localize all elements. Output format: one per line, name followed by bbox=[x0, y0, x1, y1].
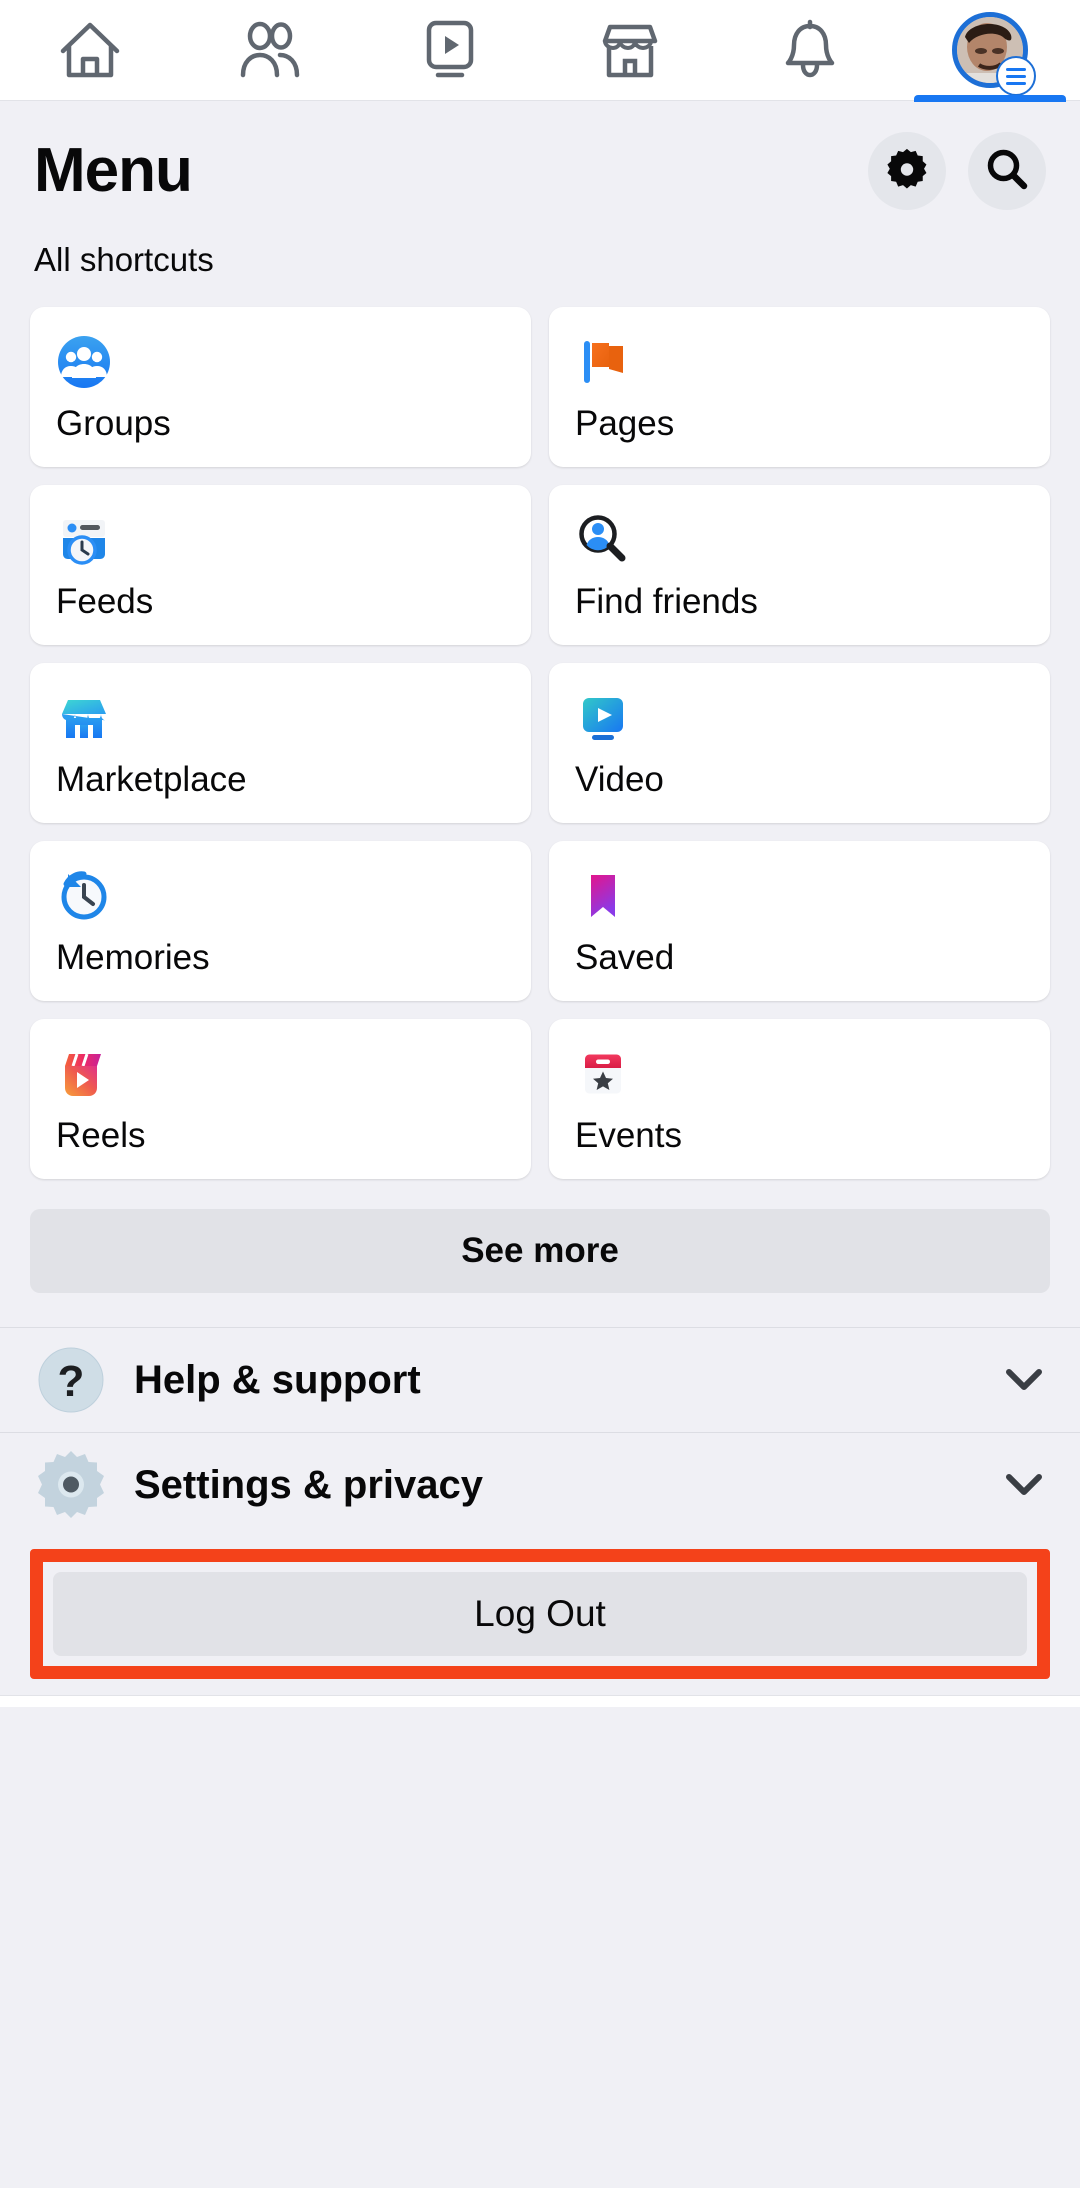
bottom-strip bbox=[0, 1695, 1080, 1707]
shortcut-card-groups[interactable]: Groups bbox=[30, 307, 531, 467]
bell-icon bbox=[782, 19, 838, 81]
video-icon bbox=[421, 19, 479, 81]
shortcut-label: Events bbox=[575, 1116, 682, 1155]
search-button[interactable] bbox=[968, 132, 1046, 210]
logout-button[interactable]: Log Out bbox=[53, 1572, 1027, 1656]
video-play-icon bbox=[575, 689, 633, 747]
shortcut-card-marketplace[interactable]: Marketplace bbox=[30, 663, 531, 823]
chevron-down-icon[interactable] bbox=[1002, 1358, 1046, 1402]
active-tab-indicator bbox=[914, 94, 1066, 102]
expandable-row-label: Help & support bbox=[134, 1357, 421, 1402]
shortcut-card-find-friends[interactable]: Find friends bbox=[549, 485, 1050, 645]
gear-icon bbox=[886, 148, 928, 195]
events-calendar-icon bbox=[575, 1045, 633, 1103]
memories-clock-icon bbox=[56, 867, 114, 925]
shortcut-label: Feeds bbox=[56, 582, 154, 621]
svg-text:?: ? bbox=[58, 1357, 85, 1406]
feeds-icon bbox=[56, 511, 114, 569]
shortcut-card-pages[interactable]: Pages bbox=[549, 307, 1050, 467]
shortcut-label: Pages bbox=[575, 404, 675, 443]
find-friends-icon bbox=[575, 511, 633, 569]
header-actions bbox=[868, 132, 1046, 210]
logout-highlight-box: Log Out bbox=[30, 1549, 1050, 1679]
nav-tab-marketplace[interactable] bbox=[540, 0, 720, 101]
see-more-button[interactable]: See more bbox=[30, 1209, 1050, 1293]
shortcut-label: Reels bbox=[56, 1116, 146, 1155]
shortcut-label: Saved bbox=[575, 938, 675, 977]
shortcut-card-video[interactable]: Video bbox=[549, 663, 1050, 823]
shortcut-label: Video bbox=[575, 760, 664, 799]
shortcut-label: Marketplace bbox=[56, 760, 247, 799]
expandable-row-label: Settings & privacy bbox=[134, 1462, 484, 1507]
gear-settings-icon bbox=[34, 1448, 108, 1522]
page-title: Menu bbox=[34, 136, 193, 205]
hamburger-menu-badge-icon[interactable] bbox=[996, 56, 1036, 96]
expandable-row-settings-privacy[interactable]: Settings & privacy bbox=[0, 1433, 1080, 1537]
friends-icon bbox=[237, 21, 303, 79]
nav-tab-friends[interactable] bbox=[180, 0, 360, 101]
shortcuts-grid: Groups Pages Feeds Find friends Marketpl… bbox=[0, 279, 1080, 1179]
shortcut-card-feeds[interactable]: Feeds bbox=[30, 485, 531, 645]
nav-tab-video[interactable] bbox=[360, 0, 540, 101]
shortcuts-section-label: All shortcuts bbox=[34, 241, 214, 278]
nav-tab-notifications[interactable] bbox=[720, 0, 900, 101]
expandable-row-help-support[interactable]: ? Help & support bbox=[0, 1328, 1080, 1432]
groups-icon bbox=[56, 333, 114, 391]
shortcut-card-saved[interactable]: Saved bbox=[549, 841, 1050, 1001]
marketplace-icon bbox=[600, 21, 660, 79]
question-mark-icon: ? bbox=[34, 1343, 108, 1417]
menu-header: Menu bbox=[0, 101, 1080, 211]
pages-flag-icon bbox=[575, 333, 633, 391]
marketplace-store-icon bbox=[56, 689, 114, 747]
avatar[interactable] bbox=[952, 12, 1036, 96]
see-more-container: See more bbox=[0, 1179, 1080, 1327]
chevron-down-icon[interactable] bbox=[1002, 1463, 1046, 1507]
shortcut-label: Memories bbox=[56, 938, 210, 977]
nav-tab-home[interactable] bbox=[0, 0, 180, 101]
saved-bookmark-icon bbox=[575, 867, 633, 925]
reels-icon bbox=[56, 1045, 114, 1103]
logout-container: Log Out bbox=[0, 1537, 1080, 1679]
settings-button[interactable] bbox=[868, 132, 946, 210]
search-icon bbox=[985, 147, 1029, 196]
top-navigation-bar bbox=[0, 0, 1080, 102]
shortcut-card-events[interactable]: Events bbox=[549, 1019, 1050, 1179]
shortcut-card-reels[interactable]: Reels bbox=[30, 1019, 531, 1179]
nav-tab-menu-profile[interactable] bbox=[900, 0, 1080, 102]
home-icon bbox=[59, 21, 121, 79]
shortcut-label: Groups bbox=[56, 404, 171, 443]
shortcut-label: Find friends bbox=[575, 582, 758, 621]
shortcut-card-memories[interactable]: Memories bbox=[30, 841, 531, 1001]
